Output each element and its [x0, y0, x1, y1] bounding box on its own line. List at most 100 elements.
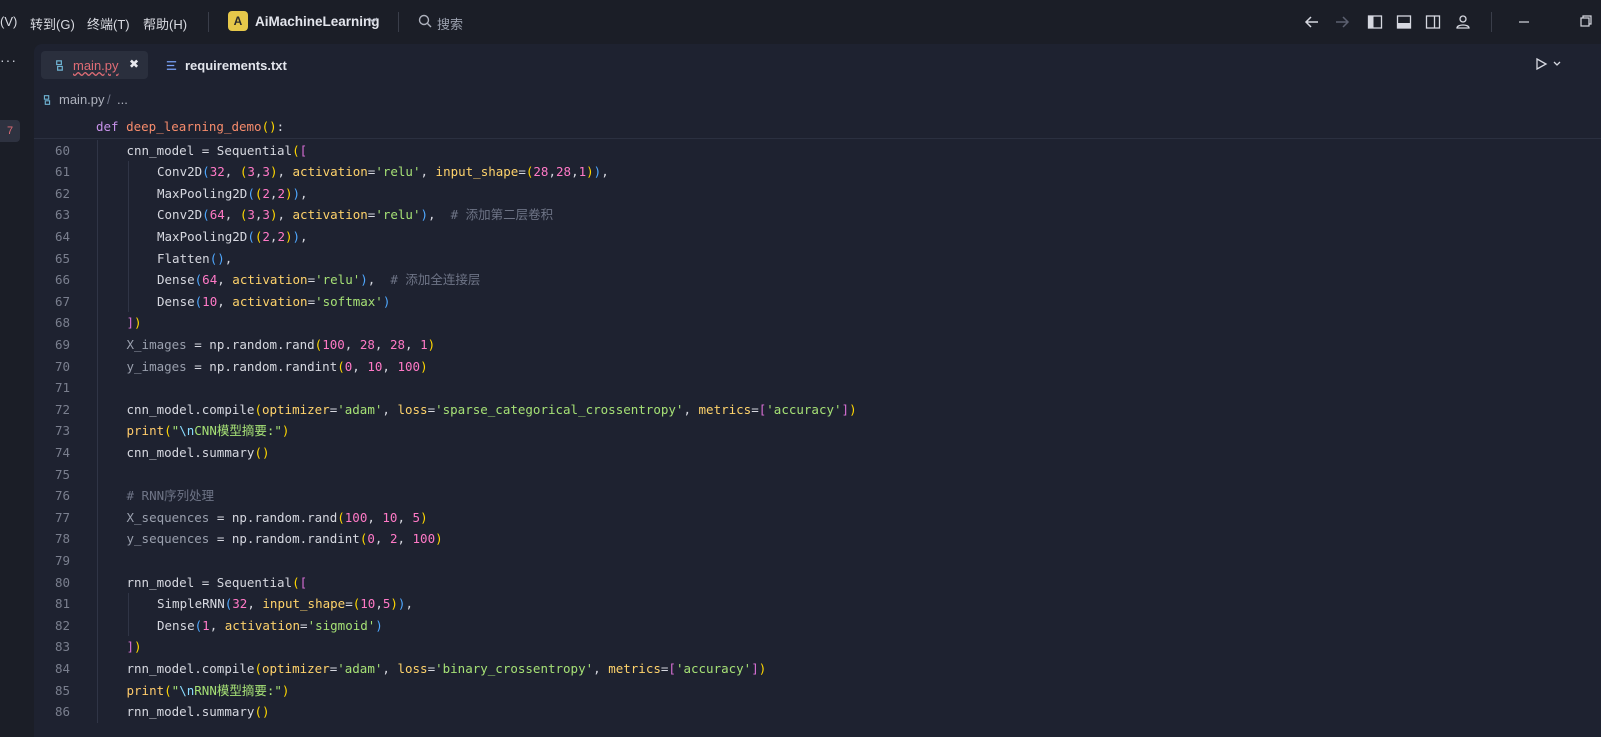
- menu-help[interactable]: 帮助(H): [143, 14, 187, 33]
- breadcrumb-file[interactable]: main.py: [59, 92, 105, 107]
- code-token: ): [284, 185, 293, 201]
- run-icon[interactable]: [1534, 57, 1548, 71]
- run-options-chevron-icon[interactable]: [1552, 59, 1562, 69]
- code-token: = np.random.rand: [209, 509, 338, 525]
- line-number: 81: [54, 596, 70, 612]
- code-line[interactable]: 60 cnn_model = Sequential([: [34, 139, 1601, 162]
- code-line[interactable]: 76 # RNN序列处理: [34, 485, 1601, 507]
- code-line[interactable]: 80 rnn_model = Sequential([: [34, 571, 1601, 594]
- back-arrow-icon[interactable]: [1303, 13, 1321, 31]
- code-line[interactable]: 86 rnn_model.summary(): [34, 701, 1601, 723]
- code-line[interactable]: 63 Conv2D(64, (3,3), activation='relu'), …: [34, 204, 1601, 226]
- toggle-primary-sidebar-icon[interactable]: [1366, 13, 1384, 31]
- code-token: Flatten: [157, 250, 210, 266]
- code-token: ): [420, 358, 428, 374]
- code-token: = np.random.randint: [209, 531, 360, 547]
- code-line[interactable]: 72 cnn_model.compile(optimizer = 'adam', lo…: [34, 398, 1601, 421]
- line-number: 79: [54, 553, 70, 568]
- close-tab-icon[interactable]: ✖: [129, 57, 139, 71]
- indent-guide: [97, 550, 98, 572]
- code-editor[interactable]: def deep_learning_demo(): 60 cnn_model = S…: [34, 114, 1601, 737]
- code-line[interactable]: 69 X_images = np.random.rand(100, 28, 28,…: [34, 334, 1601, 356]
- code-line[interactable]: 83]): [34, 636, 1601, 658]
- line-number: 66: [54, 272, 70, 288]
- code-token: 10: [360, 596, 376, 612]
- indent-guide: [97, 139, 98, 162]
- code-line[interactable]: 82 Dense(1, activation='sigmoid'): [34, 614, 1601, 637]
- code-token: activation: [232, 293, 308, 309]
- toggle-panel-icon[interactable]: [1395, 13, 1413, 31]
- line-number: 77: [54, 509, 70, 525]
- code-line[interactable]: 77 X_sequences = np.random.rand(100, 10, …: [34, 506, 1601, 529]
- code-token: =: [427, 401, 436, 417]
- code-token: y_sequences: [126, 531, 210, 547]
- code-token: deep_learning_demo: [126, 118, 262, 134]
- code-line[interactable]: 66 Dense(64, activation='relu'), # 添加全连接层: [34, 269, 1601, 291]
- menu-terminal[interactable]: 终端(T): [87, 14, 130, 33]
- code-token: ,: [277, 207, 293, 223]
- code-token: ]: [126, 639, 135, 655]
- sticky-scroll-line[interactable]: def deep_learning_demo():: [34, 116, 1601, 138]
- code-token: =: [518, 164, 526, 180]
- line-number: 82: [54, 617, 70, 633]
- code-line[interactable]: 78 y_sequences = np.random.randint(0, 2, …: [34, 528, 1601, 550]
- code-line[interactable]: 74 cnn_model.summary(): [34, 442, 1601, 464]
- code-token: (: [202, 207, 210, 223]
- code-token: SimpleRNN: [157, 596, 225, 612]
- divider: [1491, 12, 1492, 32]
- code-line[interactable]: 67 Dense(10, activation='softmax'): [34, 290, 1601, 313]
- menu-goto[interactable]: 转到(G): [30, 14, 75, 33]
- minimize-icon[interactable]: [1515, 13, 1533, 31]
- tab-requirements-txt[interactable]: requirements.txt: [155, 51, 295, 79]
- code-token: 3: [262, 164, 270, 180]
- restore-icon[interactable]: [1576, 13, 1594, 31]
- code-token: ,: [367, 272, 391, 288]
- tab-main-py[interactable]: main.py ✖: [41, 51, 148, 79]
- line-number: 75: [54, 466, 70, 482]
- code-token: ,: [375, 596, 383, 612]
- code-line[interactable]: 75: [34, 463, 1601, 486]
- menu-view[interactable]: (V): [0, 14, 17, 29]
- code-token: ): [390, 596, 398, 612]
- code-line[interactable]: 61 Conv2D(32, (3,3), activation='relu', i…: [34, 161, 1601, 183]
- indent-guide: [97, 485, 98, 507]
- code-token: 1: [420, 337, 428, 352]
- code-token: [: [299, 142, 308, 158]
- code-token: 28: [556, 164, 572, 180]
- code-line[interactable]: 79: [34, 550, 1601, 572]
- line-number: 65: [54, 250, 70, 266]
- problems-badge[interactable]: 7: [0, 120, 20, 142]
- code-line[interactable]: 84 rnn_model.compile(optimizer = 'adam', lo…: [34, 658, 1601, 680]
- code-text: ]): [127, 312, 142, 334]
- code-line[interactable]: 73 print("\nCNN模型摘要:"): [34, 420, 1601, 442]
- code-token: 'accuracy': [675, 661, 752, 676]
- code-line[interactable]: 65 Flatten(),: [34, 247, 1601, 270]
- code-line[interactable]: 85 print("\nRNN模型摘要:"): [34, 679, 1601, 702]
- code-token: ,: [571, 164, 579, 180]
- indent-guide: [127, 593, 129, 615]
- code-line[interactable]: 68]): [34, 312, 1601, 334]
- code-line[interactable]: 81 SimpleRNN(32, input_shape=(10,5)),: [34, 593, 1601, 615]
- code-token: RNN模型摘要:": [194, 682, 282, 698]
- code-line[interactable]: 64 MaxPooling2D((2,2)),: [34, 226, 1601, 248]
- forward-arrow-icon[interactable]: [1333, 13, 1351, 31]
- code-line[interactable]: 62 MaxPooling2D((2,2)),: [34, 182, 1601, 205]
- more-actions-icon[interactable]: ···: [0, 52, 17, 68]
- code-text: X_images = np.random.rand(100, 28, 28, 1…: [127, 334, 436, 356]
- breadcrumb-more[interactable]: ...: [117, 92, 128, 107]
- code-text: Conv2D(32, (3,3), activation='relu', inp…: [157, 161, 609, 183]
- code-token: ,: [397, 531, 413, 547]
- line-number: 68: [54, 315, 70, 331]
- line-number: 71: [54, 380, 70, 396]
- code-token: ,: [420, 164, 436, 180]
- code-token: MaxPooling2D: [157, 229, 248, 244]
- code-token: # 添加全连接层: [390, 272, 481, 288]
- code-token: rnn_model.compile: [126, 661, 255, 676]
- code-token: ,: [209, 617, 225, 633]
- code-line[interactable]: 70 y_images = np.random.randint(0, 10, 10…: [34, 355, 1601, 378]
- account-icon[interactable]: [1454, 13, 1472, 31]
- toggle-secondary-sidebar-icon[interactable]: [1424, 13, 1442, 31]
- code-token: input_shape: [435, 164, 519, 180]
- code-line[interactable]: 71: [34, 377, 1601, 399]
- code-token: ): [281, 423, 290, 439]
